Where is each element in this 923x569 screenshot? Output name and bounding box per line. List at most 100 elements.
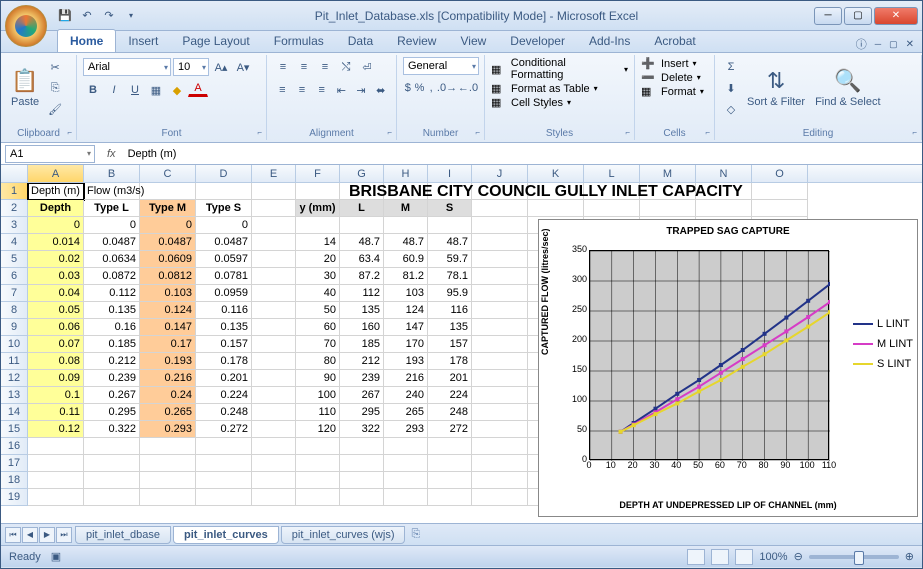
cell-D6[interactable]: 0.0781	[196, 268, 252, 285]
cell-C10[interactable]: 0.17	[140, 336, 196, 353]
cell-B19[interactable]	[84, 489, 140, 506]
row-header-9[interactable]: 9	[1, 319, 28, 336]
row-header-1[interactable]: 1	[1, 183, 28, 200]
cell-G11[interactable]: 212	[340, 353, 384, 370]
cell-G14[interactable]: 295	[340, 404, 384, 421]
select-all-corner[interactable]	[1, 165, 28, 182]
cell-A14[interactable]: 0.11	[28, 404, 84, 421]
cell-D16[interactable]	[196, 438, 252, 455]
col-header-E[interactable]: E	[252, 165, 296, 182]
cell-D3[interactable]: 0	[196, 217, 252, 234]
cell-G16[interactable]	[340, 438, 384, 455]
cell-G15[interactable]: 322	[340, 421, 384, 438]
cell-B1[interactable]: Flow (m3/s)	[84, 183, 140, 200]
cell-G8[interactable]: 135	[340, 302, 384, 319]
inc-decimal-icon[interactable]: .0→	[437, 78, 457, 98]
cell-J5[interactable]	[472, 251, 528, 268]
tab-nav-first[interactable]: ⏮	[5, 527, 21, 543]
cell-I10[interactable]: 157	[428, 336, 472, 353]
cell-A9[interactable]: 0.06	[28, 319, 84, 336]
cell-F13[interactable]: 100	[296, 387, 340, 404]
number-format-combo[interactable]: General	[403, 57, 479, 75]
cell-J10[interactable]	[472, 336, 528, 353]
cell-D18[interactable]	[196, 472, 252, 489]
cell-H2[interactable]: M	[384, 200, 428, 217]
cell-H19[interactable]	[384, 489, 428, 506]
cell-A7[interactable]: 0.04	[28, 285, 84, 302]
cell-E18[interactable]	[252, 472, 296, 489]
cell-E7[interactable]	[252, 285, 296, 302]
cell-B17[interactable]	[84, 455, 140, 472]
conditional-formatting-button[interactable]: ▦Conditional Formatting▾	[491, 57, 628, 81]
cell-I4[interactable]: 48.7	[428, 234, 472, 251]
cell-H15[interactable]: 293	[384, 421, 428, 438]
cell-F6[interactable]: 30	[296, 268, 340, 285]
cell-E10[interactable]	[252, 336, 296, 353]
cell-C8[interactable]: 0.124	[140, 302, 196, 319]
cell-F9[interactable]: 60	[296, 319, 340, 336]
cell-J1[interactable]	[472, 183, 528, 200]
grow-font-icon[interactable]: A▴	[211, 57, 231, 77]
cell-C2[interactable]: Type M	[140, 200, 196, 217]
cell-B14[interactable]: 0.295	[84, 404, 140, 421]
align-bottom-icon[interactable]: ≡	[315, 57, 335, 77]
italic-button[interactable]: I	[104, 80, 124, 100]
cell-G2[interactable]: L	[340, 200, 384, 217]
fill-icon[interactable]: ⬇	[721, 78, 741, 98]
cell-D9[interactable]: 0.135	[196, 319, 252, 336]
cell-I14[interactable]: 248	[428, 404, 472, 421]
cell-A8[interactable]: 0.05	[28, 302, 84, 319]
office-button[interactable]	[5, 5, 47, 47]
cell-F3[interactable]	[296, 217, 340, 234]
cell-F12[interactable]: 90	[296, 370, 340, 387]
cell-J13[interactable]	[472, 387, 528, 404]
indent-inc-icon[interactable]: ⇥	[352, 80, 371, 100]
cell-G9[interactable]: 160	[340, 319, 384, 336]
cell-L1[interactable]	[584, 183, 640, 200]
cell-F1[interactable]	[296, 183, 340, 200]
cell-A10[interactable]: 0.07	[28, 336, 84, 353]
row-header-16[interactable]: 16	[1, 438, 28, 455]
formula-input[interactable]: Depth (m)	[124, 148, 922, 160]
cell-D2[interactable]: Type S	[196, 200, 252, 217]
align-middle-icon[interactable]: ≡	[294, 57, 314, 77]
cell-G6[interactable]: 87.2	[340, 268, 384, 285]
cell-B4[interactable]: 0.0487	[84, 234, 140, 251]
tab-acrobat[interactable]: Acrobat	[642, 30, 707, 52]
row-header-11[interactable]: 11	[1, 353, 28, 370]
col-header-J[interactable]: J	[472, 165, 528, 182]
cell-I2[interactable]: S	[428, 200, 472, 217]
tab-nav-prev[interactable]: ◀	[22, 527, 38, 543]
new-sheet-icon[interactable]: ⎘	[411, 528, 420, 541]
tab-data[interactable]: Data	[336, 30, 385, 52]
cell-H5[interactable]: 60.9	[384, 251, 428, 268]
worksheet[interactable]: ABCDEFGHIJKLMNO 1Depth (m)Flow (m3/s)2De…	[1, 165, 922, 523]
cell-G7[interactable]: 112	[340, 285, 384, 302]
cell-I9[interactable]: 135	[428, 319, 472, 336]
qat-more-icon[interactable]: ▾	[123, 8, 139, 24]
cell-B18[interactable]	[84, 472, 140, 489]
cell-J4[interactable]	[472, 234, 528, 251]
cell-H7[interactable]: 103	[384, 285, 428, 302]
cell-H10[interactable]: 170	[384, 336, 428, 353]
tab-insert[interactable]: Insert	[116, 30, 170, 52]
cell-H6[interactable]: 81.2	[384, 268, 428, 285]
cut-icon[interactable]: ✂	[45, 57, 65, 77]
orientation-icon[interactable]: ⤭	[336, 57, 356, 77]
cell-A16[interactable]	[28, 438, 84, 455]
cell-D13[interactable]: 0.224	[196, 387, 252, 404]
cell-H17[interactable]	[384, 455, 428, 472]
cell-I16[interactable]	[428, 438, 472, 455]
row-header-7[interactable]: 7	[1, 285, 28, 302]
cell-F11[interactable]: 80	[296, 353, 340, 370]
cell-G3[interactable]	[340, 217, 384, 234]
cell-F16[interactable]	[296, 438, 340, 455]
close-button[interactable]: ✕	[874, 7, 918, 25]
tab-addins[interactable]: Add-Ins	[577, 30, 642, 52]
cell-M1[interactable]	[640, 183, 696, 200]
font-size-combo[interactable]: 10	[173, 58, 209, 76]
cell-A1[interactable]: Depth (m)	[28, 183, 84, 200]
view-pagebreak-button[interactable]	[735, 549, 753, 565]
cell-C13[interactable]: 0.24	[140, 387, 196, 404]
cell-E3[interactable]	[252, 217, 296, 234]
